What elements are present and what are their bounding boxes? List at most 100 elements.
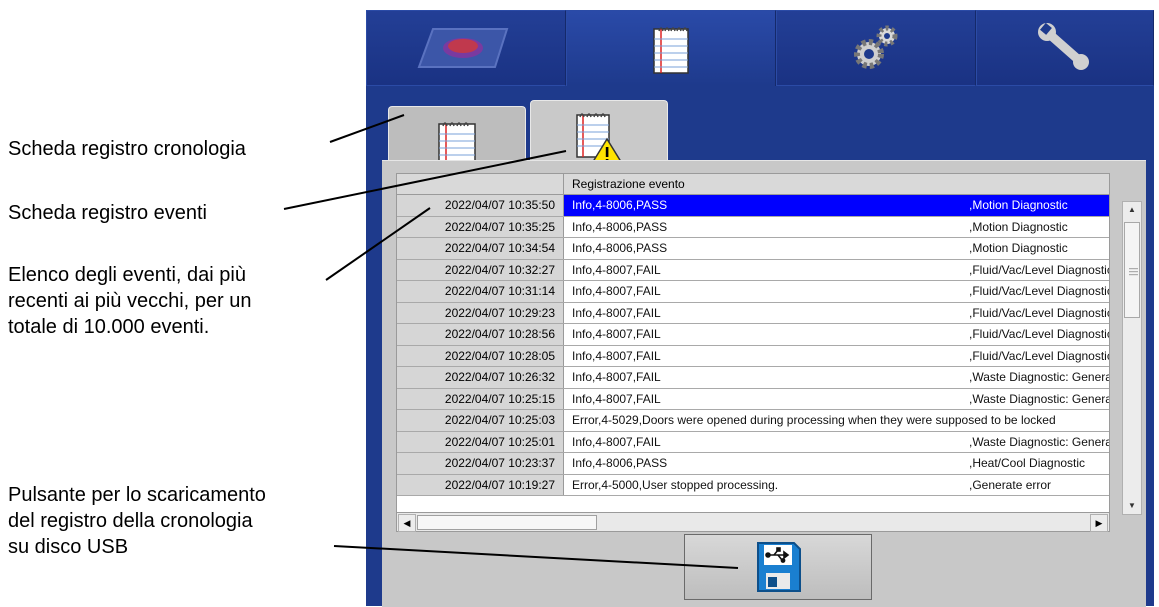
table-row[interactable]: 2022/04/07 10:25:15 Info,4-8007,FAIL ,Wast… [397,388,1109,410]
row-event-message: Error,4-5029,Doors were opened during pr… [572,413,1056,427]
row-timestamp: 2022/04/07 10:35:25 [397,216,564,237]
row-event-source: ,Waste Diagnostic: General [969,370,1109,384]
row-event: Info,4-8007,FAIL ,Waste Diagnostic: Gener… [564,389,1109,410]
annotation-usb-button-line: su disco USB [8,536,129,558]
row-timestamp: 2022/04/07 10:25:03 [397,410,564,431]
row-event-message: Info,4-8006,PASS [572,241,668,255]
table-row[interactable]: 2022/04/07 10:23:37 Info,4-8006,PASS ,Heat… [397,453,1109,475]
annotation-usb-button-line: Pulsante per lo scaricamento [8,484,266,506]
row-event: Info,4-8007,FAIL ,Waste Diagnostic: Gener… [564,432,1109,453]
table-row[interactable]: 2022/04/07 10:26:32 Info,4-8007,FAIL ,Wast… [397,367,1109,389]
table-header: Registrazione evento [397,174,1109,195]
row-event-message: Info,4-8007,FAIL [572,305,661,320]
row-timestamp: 2022/04/07 10:29:23 [397,302,564,323]
device-screen: Registrazione evento 2022/04/07 10:35:50… [366,10,1154,607]
row-event-source: ,Fluid/Vac/Level Diagnostic [969,348,1109,363]
scroll-left-icon[interactable]: ◀ [398,514,416,532]
row-event-source: ,Heat/Cool Diagnostic [969,456,1086,470]
row-event-source: ,Waste Diagnostic: General [969,391,1109,406]
scroll-right-icon[interactable]: ▶ [1090,514,1108,532]
row-timestamp: 2022/04/07 10:35:50 [397,195,564,216]
row-event-message: Info,4-8007,FAIL [572,262,661,277]
annotation-event-tab: Scheda registro eventi [8,202,208,224]
table-row[interactable]: 2022/04/07 10:34:54 Info,4-8006,PASS ,Moti… [397,238,1109,260]
vertical-scroll-thumb[interactable]: — — — [1124,222,1140,318]
row-event: Error,4-5000,User stopped processing. ,Ge… [564,475,1109,496]
row-event: Info,4-8007,FAIL ,Fluid/Vac/Level Diagnos… [564,303,1109,324]
row-timestamp: 2022/04/07 10:25:01 [397,431,564,452]
row-event-source: ,Motion Diagnostic [969,241,1068,255]
row-event: Info,4-8007,FAIL ,Fluid/Vac/Level Diagnos… [564,346,1109,367]
gears-icon [854,25,898,69]
annotation-event-list-line: recenti ai più vecchi, per un [8,290,252,312]
tab-tools[interactable] [976,10,1154,86]
row-event-source: ,Generate error [969,477,1052,492]
horizontal-scroll-thumb[interactable] [417,515,597,530]
annotation-event-list: Elenco degli eventi, dai più recenti ai … [8,262,251,340]
table-row[interactable]: 2022/04/07 10:25:03 Error,4-5029,Doors we… [397,410,1109,432]
horizontal-scrollbar[interactable]: ◀ ▶ [396,512,1110,532]
table-row[interactable]: 2022/04/07 10:29:23 Info,4-8007,FAIL ,Flui… [397,302,1109,324]
row-event-source: ,Motion Diagnostic [969,219,1068,234]
row-event: Info,4-8007,FAIL ,Fluid/Vac/Level Diagnos… [564,281,1109,302]
table-row[interactable]: 2022/04/07 10:28:05 Info,4-8007,FAIL ,Flui… [397,345,1109,367]
row-event-message: Error,4-5000,User stopped processing. [572,477,779,492]
notepad-icon [653,26,689,74]
row-event-message: Info,4-8007,FAIL [572,434,661,449]
usb-floppy-icon [757,542,801,592]
row-event-source: ,Fluid/Vac/Level Diagnostic [969,305,1109,320]
table-row[interactable]: 2022/04/07 10:35:25 Info,4-8006,PASS ,Moti… [397,216,1109,238]
row-timestamp: 2022/04/07 10:26:32 [397,367,564,388]
row-event: Info,4-8007,FAIL ,Fluid/Vac/Level Diagnos… [564,260,1109,281]
event-log-warning-icon [576,113,625,166]
annotation-event-list-line: totale di 10.000 eventi. [8,316,210,338]
table-row[interactable]: 2022/04/07 10:25:01 Info,4-8007,FAIL ,Wast… [397,431,1109,453]
row-timestamp: 2022/04/07 10:25:15 [397,388,564,409]
row-event: Info,4-8007,FAIL ,Waste Diagnostic: Gener… [564,367,1109,388]
grip-icon: — — — [1129,263,1138,279]
table-row[interactable]: 2022/04/07 10:32:27 Info,4-8007,FAIL ,Flui… [397,259,1109,281]
row-event-message: Info,4-8006,PASS [572,456,668,470]
row-timestamp: 2022/04/07 10:28:05 [397,345,564,366]
row-event-message: Info,4-8006,PASS [572,219,668,234]
row-timestamp: 2022/04/07 10:31:14 [397,281,564,302]
row-event-message: Info,4-8007,FAIL [572,391,661,406]
row-event: Info,4-8007,FAIL ,Fluid/Vac/Level Diagnos… [564,324,1109,345]
tab-logs[interactable] [566,10,776,86]
row-event-message: Info,4-8006,PASS [572,198,668,212]
row-event-source: ,Fluid/Vac/Level Diagnostic [969,262,1109,277]
annotation-event-list-line: Elenco degli eventi, dai più [8,264,246,286]
header-event-column: Registrazione evento [572,177,685,191]
event-log-table: Registrazione evento 2022/04/07 10:35:50… [396,173,1110,513]
annotation-usb-button-line: del registro della cronologia [8,510,253,532]
usb-download-button[interactable] [684,534,872,600]
row-event-message: Info,4-8007,FAIL [572,370,661,384]
wrench-icon [1038,22,1089,70]
row-event-source: ,Waste Diagnostic: General [969,434,1109,449]
tab-settings[interactable] [776,10,976,86]
main-tab-bar [366,10,1154,86]
scroll-down-icon[interactable]: ▼ [1123,498,1141,514]
table-row[interactable]: 2022/04/07 10:19:27 Error,4-5000,User sto… [397,474,1109,496]
row-event: Info,4-8006,PASS ,Motion Diagnostic [564,217,1109,238]
tab-instrument[interactable] [366,10,566,86]
table-row[interactable]: 2022/04/07 10:31:14 Info,4-8007,FAIL ,Flui… [397,281,1109,303]
annotation-history-tab: Scheda registro cronologia [8,138,246,160]
row-timestamp: 2022/04/07 10:32:27 [397,259,564,280]
header-time-column [397,174,564,194]
row-timestamp: 2022/04/07 10:28:56 [397,324,564,345]
row-event-source: ,Fluid/Vac/Level Diagnostic [969,327,1109,341]
vertical-scrollbar[interactable]: ▲ — — — ▼ [1122,201,1142,515]
scroll-up-icon[interactable]: ▲ [1123,202,1141,218]
instrument-icon [417,28,509,68]
event-log-panel: Registrazione evento 2022/04/07 10:35:50… [382,160,1146,607]
row-event-source: ,Motion Diagnostic [969,198,1068,212]
row-timestamp: 2022/04/07 10:19:27 [397,474,564,495]
log-subtab-bar [374,88,1146,181]
row-event-message: Info,4-8007,FAIL [572,284,661,298]
row-event-message: Info,4-8007,FAIL [572,348,661,363]
annotation-usb-button: Pulsante per lo scaricamento del registr… [8,482,266,560]
table-row[interactable]: 2022/04/07 10:28:56 Info,4-8007,FAIL ,Flui… [397,324,1109,346]
table-row[interactable]: 2022/04/07 10:35:50 Info,4-8006,PASS ,Moti… [397,195,1109,217]
row-event: Info,4-8006,PASS ,Motion Diagnostic [564,195,1109,216]
